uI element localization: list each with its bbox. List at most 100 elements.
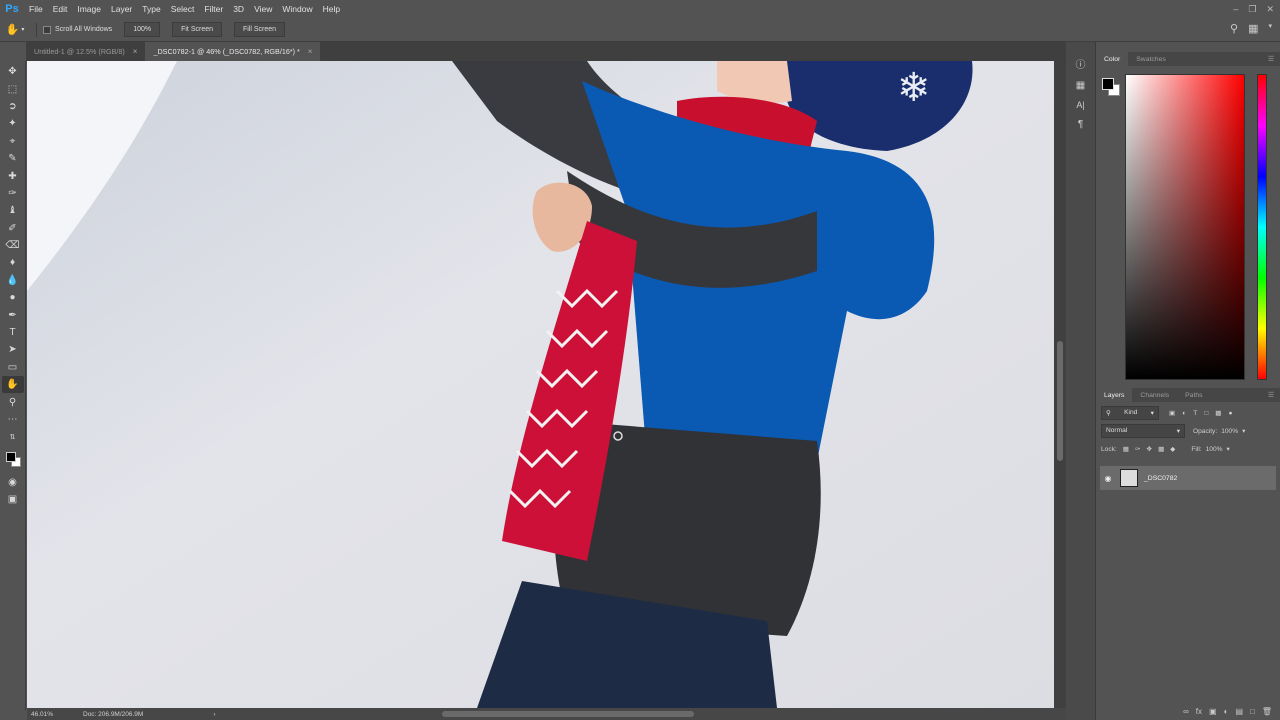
layer-name[interactable]: _DSC0782 [1144,475,1177,482]
eyedropper-tool-icon[interactable]: ✎ [2,150,24,167]
new-group-icon[interactable]: ▤ [1235,707,1243,716]
menu-3d[interactable]: 3D [228,4,249,14]
magic-wand-tool-icon[interactable]: ✦ [2,115,24,132]
clone-stamp-tool-icon[interactable]: ♝ [2,202,24,219]
fill-value[interactable]: 100% [1206,446,1223,453]
quick-mask-icon[interactable]: ◉ [2,474,24,491]
close-window-icon[interactable]: ✕ [1266,4,1274,15]
info-icon[interactable]: ⓘ [1076,56,1086,71]
zoom-tool-icon[interactable]: ⚲ [2,393,24,410]
tab-channels[interactable]: Channels [1132,388,1177,402]
pen-tool-icon[interactable]: ✒ [2,306,24,323]
hue-slider[interactable] [1257,74,1267,380]
color-swatches[interactable] [3,450,23,470]
menu-edit[interactable]: Edit [48,4,73,14]
marquee-tool-icon[interactable]: ⬚ [2,80,24,97]
filter-kind-select[interactable]: ⚲ Kind ▾ [1101,406,1159,420]
history-brush-tool-icon[interactable]: ✐ [2,220,24,237]
fx-icon[interactable]: fx [1196,707,1202,716]
new-layer-icon[interactable]: □ [1250,707,1255,716]
horizontal-scroll-thumb[interactable] [442,711,694,717]
panel-menu-icon[interactable]: ☰ [1268,391,1280,399]
vertical-scrollbar[interactable] [1054,61,1066,708]
menu-layer[interactable]: Layer [106,4,137,14]
fill-screen-button[interactable]: Fill Screen [234,22,286,37]
zoom-100-button[interactable]: 100% [124,22,161,37]
path-selection-tool-icon[interactable]: ➤ [2,341,24,358]
status-menu-arrow[interactable]: › [213,711,215,718]
document-canvas[interactable]: ❄ [27,61,1054,708]
tab-paths[interactable]: Paths [1177,388,1210,402]
minimize-icon[interactable]: – [1233,4,1238,14]
lock-pixels-icon[interactable]: ✑ [1135,445,1141,453]
hand-tool-icon[interactable]: ✋ [1,376,24,394]
menu-view[interactable]: View [249,4,277,14]
lock-transparent-icon[interactable]: ▦ [1123,445,1129,453]
close-icon[interactable]: × [133,47,138,56]
eye-icon[interactable]: ◉ [1100,474,1116,483]
layer-item[interactable]: ◉ _DSC0782 [1100,466,1276,490]
fit-screen-button[interactable]: Fit Screen [172,22,222,37]
menu-window[interactable]: Window [277,4,317,14]
blur-tool-icon[interactable]: 💧 [2,272,24,289]
character-icon[interactable]: A| [1076,100,1084,110]
tab-dsc0782[interactable]: _DSC0782-1 @ 46% (_DSC0782, RGB/16*) * × [145,42,321,61]
paint-bucket-tool-icon[interactable]: ♦ [2,254,24,271]
zoom-level[interactable]: 46.01% [27,711,73,718]
filter-adjustment-icon[interactable]: ◐ [1182,410,1186,417]
lock-position-icon[interactable]: ✥ [1147,445,1153,453]
color-picker-field[interactable] [1125,74,1245,380]
trash-icon[interactable]: 🗑 [1262,707,1272,716]
chevron-down-icon[interactable]: ▾ [1227,445,1230,453]
brush-tool-icon[interactable]: ✑ [2,185,24,202]
panel-color-swatches[interactable] [1102,78,1124,100]
move-tool-icon[interactable]: ✥ [2,63,24,80]
crop-tool-icon[interactable]: ⌖ [2,133,24,150]
type-tool-icon[interactable]: T [2,324,24,341]
tool-preset-picker[interactable]: ✋ ▾ [0,23,30,36]
eraser-tool-icon[interactable]: ⌫ [2,237,24,254]
filter-toggle-icon[interactable]: ● [1228,410,1232,417]
paragraph-icon[interactable]: ¶ [1078,119,1083,130]
lock-all-icon[interactable]: ◆ [1170,445,1175,453]
filter-type-icon[interactable]: T [1193,410,1197,417]
menu-file[interactable]: File [24,4,48,14]
add-mask-icon[interactable]: ▣ [1209,707,1217,716]
menu-filter[interactable]: Filter [199,4,228,14]
blend-mode-select[interactable]: Normal ▾ [1101,424,1185,438]
panel-foreground-swatch[interactable] [1102,78,1114,90]
swap-colors-icon[interactable]: ⇅ [2,428,24,445]
adjustment-layer-icon[interactable]: ◐ [1224,707,1229,716]
tab-swatches[interactable]: Swatches [1128,52,1173,66]
filter-shape-icon[interactable]: □ [1204,410,1208,417]
chevron-down-icon[interactable]: ▾ [1268,22,1272,35]
dodge-tool-icon[interactable]: ● [2,289,24,306]
workspace-icon[interactable]: ▦ [1248,22,1258,35]
tab-untitled-1[interactable]: Untitled-1 @ 12.5% (RGB/8) × [26,42,145,61]
properties-icon[interactable]: ▦ [1076,80,1085,91]
vertical-scroll-thumb[interactable] [1057,341,1063,461]
menu-image[interactable]: Image [72,4,106,14]
screen-mode-icon[interactable]: ▣ [2,491,24,508]
panel-menu-icon[interactable]: ☰ [1268,55,1280,63]
menu-help[interactable]: Help [318,4,345,14]
menu-select[interactable]: Select [166,4,200,14]
menu-type[interactable]: Type [137,4,165,14]
lasso-tool-icon[interactable]: ➲ [2,98,24,115]
more-tools-icon[interactable]: ⋯ [2,411,24,428]
checkbox-box[interactable] [43,25,51,34]
chevron-down-icon[interactable]: ▾ [1242,427,1245,435]
tab-layers[interactable]: Layers [1096,388,1133,402]
foreground-color-swatch[interactable] [5,451,16,462]
healing-brush-tool-icon[interactable]: ✚ [2,167,24,184]
rectangle-tool-icon[interactable]: ▭ [2,359,24,376]
search-icon[interactable]: ⚲ [1230,22,1238,35]
filter-pixel-icon[interactable]: ▣ [1169,409,1175,417]
restore-icon[interactable]: ❐ [1248,4,1256,15]
filter-smart-object-icon[interactable]: ▩ [1215,409,1221,417]
opacity-value[interactable]: 100% [1221,428,1238,435]
lock-artboard-icon[interactable]: ▩ [1158,445,1164,453]
link-layers-icon[interactable]: ∞ [1183,707,1189,716]
scroll-all-windows-checkbox[interactable]: Scroll All Windows [43,25,112,34]
tab-color[interactable]: Color [1096,52,1129,66]
